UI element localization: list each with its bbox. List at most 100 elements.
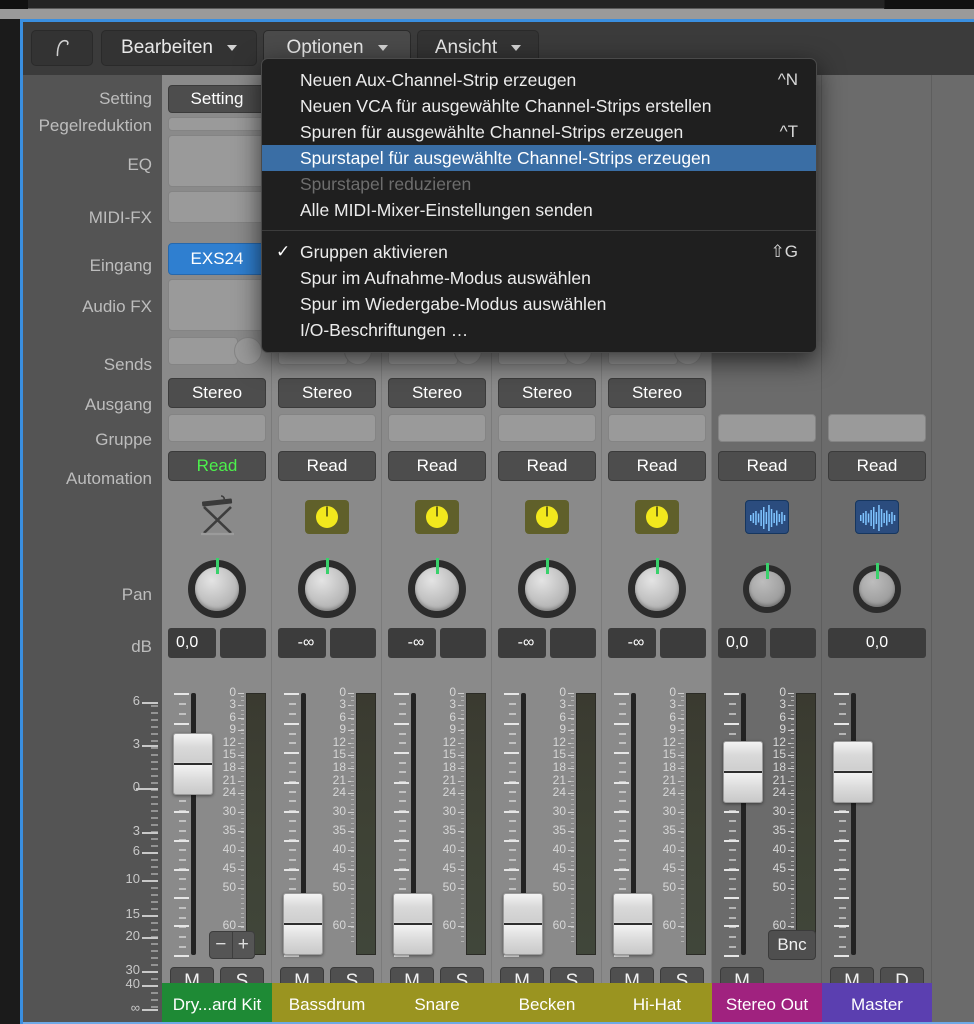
volume-value-field[interactable]: -∞ bbox=[278, 628, 326, 658]
volume-fader[interactable] bbox=[503, 693, 544, 957]
pan-knob[interactable] bbox=[628, 558, 686, 618]
automation-slot[interactable]: Read bbox=[168, 451, 266, 481]
track-add-remove-control[interactable]: − + bbox=[209, 931, 255, 959]
channel-name-plate[interactable]: Stereo Out bbox=[712, 983, 822, 1024]
automation-slot[interactable]: Read bbox=[498, 451, 596, 481]
instrument-slot[interactable] bbox=[745, 500, 789, 534]
automation-slot[interactable]: Read bbox=[388, 451, 486, 481]
volume-fader[interactable] bbox=[173, 693, 214, 957]
menu-item-2[interactable]: Spuren für ausgewählte Channel-Strips er… bbox=[262, 119, 816, 145]
menu-item-7[interactable]: ✓ Gruppen aktivieren ⇧G bbox=[262, 239, 816, 265]
meter-scale-label: 24 bbox=[662, 785, 676, 800]
volume-value-field[interactable]: 0,0 bbox=[718, 628, 766, 658]
channel-name-plate[interactable]: Dry...ard Kit bbox=[162, 983, 272, 1024]
pan-knob[interactable] bbox=[853, 563, 901, 613]
instrument-slot[interactable] bbox=[635, 500, 679, 534]
setting-slot[interactable]: Setting bbox=[168, 85, 266, 113]
peak-value-field[interactable] bbox=[550, 628, 596, 658]
fader-handle[interactable] bbox=[283, 893, 323, 955]
channel-name-plate[interactable]: Hi-Hat bbox=[602, 983, 712, 1024]
channel-name-plate[interactable]: Bassdrum bbox=[272, 983, 382, 1024]
volume-fader[interactable] bbox=[283, 693, 324, 957]
volume-value-field[interactable]: -∞ bbox=[388, 628, 436, 658]
pan-knob[interactable] bbox=[188, 558, 246, 618]
gruppe-slot[interactable] bbox=[278, 414, 376, 442]
menu-item-8[interactable]: Spur im Aufnahme-Modus auswählen bbox=[262, 265, 816, 291]
output-slot[interactable]: Stereo bbox=[278, 378, 376, 408]
output-slot[interactable]: Stereo bbox=[608, 378, 706, 408]
automation-slot[interactable]: Read bbox=[828, 451, 926, 481]
sends-slot[interactable] bbox=[168, 337, 238, 365]
automation-slot[interactable]: Read bbox=[718, 451, 816, 481]
menu-item-3[interactable]: Spurstapel für ausgewählte Channel-Strip… bbox=[262, 145, 816, 171]
output-slot[interactable]: Stereo bbox=[388, 378, 486, 408]
back-arrow-button[interactable] bbox=[31, 30, 93, 66]
plus-button[interactable]: + bbox=[233, 932, 255, 958]
volume-value-field[interactable]: 0,0 bbox=[828, 628, 926, 658]
output-slot[interactable]: Stereo bbox=[168, 378, 266, 408]
fader-handle[interactable] bbox=[503, 893, 543, 955]
fader-tick-minor bbox=[839, 819, 846, 822]
pan-knob-indicator bbox=[655, 558, 659, 574]
menu-item-0[interactable]: Neuen Aux-Channel-Strip erzeugen ^N bbox=[262, 67, 816, 93]
volume-fader[interactable] bbox=[613, 693, 654, 957]
channel-name-plate[interactable]: Master bbox=[822, 983, 932, 1024]
fader-tick-minor bbox=[729, 810, 736, 813]
peak-value-field[interactable] bbox=[220, 628, 266, 658]
peak-value-field[interactable] bbox=[660, 628, 706, 658]
fader-handle[interactable] bbox=[833, 741, 873, 803]
menu-item-10[interactable]: I/O-Beschriftungen … bbox=[262, 317, 816, 343]
channel-name-plate[interactable]: Becken bbox=[492, 983, 602, 1024]
menu-item-label: I/O-Beschriftungen … bbox=[300, 319, 469, 340]
instrument-slot[interactable] bbox=[525, 500, 569, 534]
pegelreduktion-slot[interactable] bbox=[168, 117, 266, 131]
fader-scale-label: 6 bbox=[132, 693, 140, 708]
menu-item-5[interactable]: Alle MIDI-Mixer-Einstellungen senden bbox=[262, 197, 816, 223]
pan-knob[interactable] bbox=[298, 558, 356, 618]
automation-slot[interactable]: Read bbox=[608, 451, 706, 481]
pan-knob[interactable] bbox=[743, 563, 791, 613]
audiofx-slot[interactable] bbox=[168, 279, 266, 331]
volume-value-field[interactable]: -∞ bbox=[608, 628, 656, 658]
gruppe-slot[interactable] bbox=[608, 414, 706, 442]
peak-value-field[interactable] bbox=[440, 628, 486, 658]
pan-knob[interactable] bbox=[518, 558, 576, 618]
fader-handle[interactable] bbox=[613, 893, 653, 955]
instrument-slot[interactable] bbox=[191, 493, 243, 541]
gruppe-slot[interactable] bbox=[718, 414, 816, 442]
gruppe-slot[interactable] bbox=[498, 414, 596, 442]
menu-item-1[interactable]: Neuen VCA für ausgewählte Channel-Strips… bbox=[262, 93, 816, 119]
instrument-slot[interactable] bbox=[855, 500, 899, 534]
menu-item-9[interactable]: Spur im Wiedergabe-Modus auswählen bbox=[262, 291, 816, 317]
bounce-button[interactable]: Bnc bbox=[768, 930, 816, 960]
menu-bearbeiten[interactable]: Bearbeiten bbox=[101, 30, 257, 66]
input-slot[interactable]: EXS24 bbox=[168, 243, 266, 275]
output-slot[interactable]: Stereo bbox=[498, 378, 596, 408]
output-slot-label: Stereo bbox=[191, 383, 243, 402]
peak-value-field[interactable] bbox=[330, 628, 376, 658]
instrument-slot[interactable] bbox=[415, 500, 459, 534]
fader-tick-minor bbox=[179, 887, 186, 890]
minus-button[interactable]: − bbox=[210, 932, 233, 958]
fader-handle[interactable] bbox=[723, 741, 763, 803]
volume-fader[interactable] bbox=[393, 693, 434, 957]
volume-fader[interactable] bbox=[723, 693, 764, 957]
fader-handle[interactable] bbox=[173, 733, 213, 795]
send-knob[interactable] bbox=[234, 337, 262, 365]
peak-value-field[interactable] bbox=[770, 628, 816, 658]
volume-value-field[interactable]: -∞ bbox=[498, 628, 546, 658]
volume-fader[interactable] bbox=[833, 693, 874, 957]
channel-name-plate[interactable]: Snare bbox=[382, 983, 492, 1024]
eq-slot[interactable] bbox=[168, 135, 266, 187]
pan-knob[interactable] bbox=[408, 558, 466, 618]
gruppe-slot[interactable] bbox=[828, 414, 926, 442]
meter-scale-label: 50 bbox=[772, 879, 786, 894]
volume-value-field[interactable]: 0,0 bbox=[168, 628, 216, 658]
automation-slot[interactable]: Read bbox=[278, 451, 376, 481]
midifx-slot[interactable] bbox=[168, 191, 266, 223]
fader-handle[interactable] bbox=[393, 893, 433, 955]
gruppe-slot[interactable] bbox=[388, 414, 486, 442]
instrument-slot[interactable] bbox=[305, 500, 349, 534]
fader-tick-minor bbox=[729, 877, 736, 880]
gruppe-slot[interactable] bbox=[168, 414, 266, 442]
